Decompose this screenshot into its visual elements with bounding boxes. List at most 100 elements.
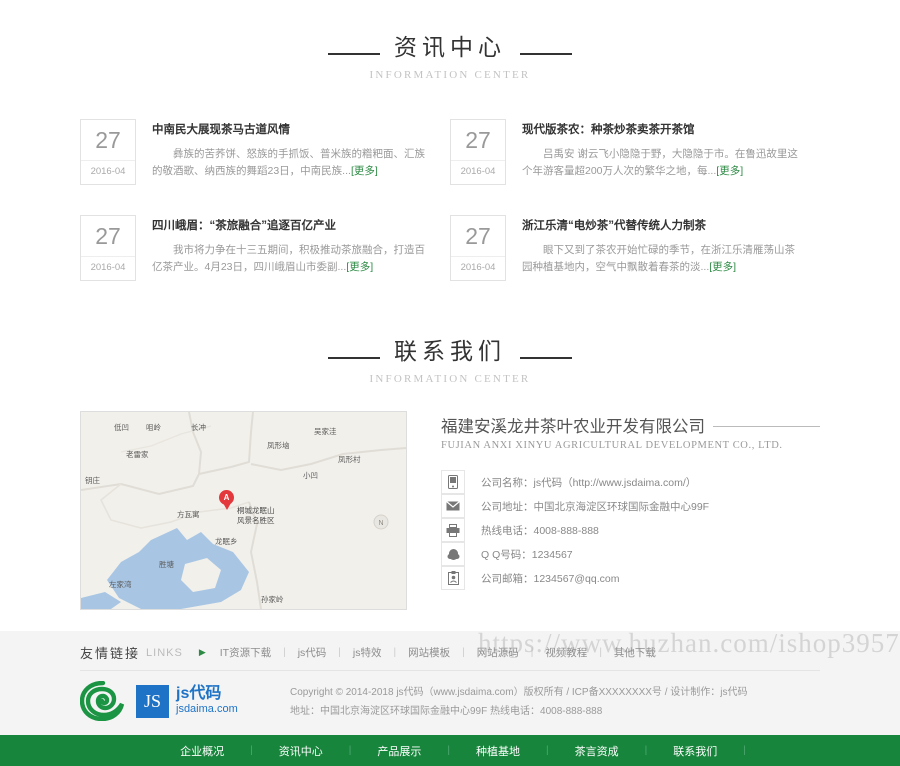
- printer-icon: [441, 518, 465, 542]
- company-name-rule: [713, 426, 820, 427]
- contact-row-text: 公司名称：js代码（http://www.jsdaima.com/）: [481, 476, 697, 489]
- news-title[interactable]: 浙江乐清“电炒茶”代替传统人力制茶: [522, 217, 802, 233]
- link-separator: |: [338, 647, 341, 658]
- footer-link[interactable]: IT资源下载: [220, 645, 271, 660]
- heading-rule-right: [520, 357, 572, 359]
- swirl-logo-icon: [80, 681, 125, 721]
- heading-rule-left: [328, 53, 380, 55]
- news-heading-cn-wrap: 资讯中心: [328, 28, 572, 62]
- location-map[interactable]: N 低凹 咀岭 长冲 吴家洼 凤形垴 老雷家 凤形村 小凹 钥庄 方瓦寓 龙眠乡…: [80, 411, 407, 610]
- map-label: 小凹: [303, 471, 318, 480]
- news-title[interactable]: 四川峨眉：“茶旅融合”追逐百亿产业: [152, 217, 432, 233]
- contact-row: 公司名称：js代码（http://www.jsdaima.com/）: [441, 470, 820, 494]
- news-desc: 吕禹安 谢云飞小隐隐于野，大隐隐于市。在鲁迅故里这个年游客量超200万人次的繁华…: [522, 146, 802, 180]
- contact-row: 公司地址：中国北京海淀区环球国际金融中心99F: [441, 494, 820, 518]
- news-text: 浙江乐清“电炒茶”代替传统人力制茶 眼下又到了茶农开始忙碌的季节，在浙江乐清雁荡…: [522, 215, 820, 281]
- bottom-nav-item-products[interactable]: 产品展示: [351, 743, 447, 759]
- copyright-block: Copyright © 2014-2018 js代码（www.jsdaima.c…: [290, 681, 748, 721]
- news-desc: 彝族的苦荞饼、怒族的手抓饭、普米族的糌粑面、汇族的敬酒歌、纳西族的舞蹈23日，中…: [152, 146, 432, 180]
- page-root: 资讯中心 INFORMATION CENTER 27 2016-04 中南民大展…: [0, 0, 900, 766]
- news-date-month: 2016-04: [451, 160, 505, 183]
- contact-row-text: 热线电话：4008-888-888: [481, 524, 599, 537]
- contact-rows: 公司名称：js代码（http://www.jsdaima.com/） 公司地址：…: [441, 470, 820, 590]
- news-title[interactable]: 现代版茶农：种茶炒茶卖茶开茶馆: [522, 121, 802, 137]
- news-text: 现代版茶农：种茶炒茶卖茶开茶馆 吕禹安 谢云飞小隐隐于野，大隐隐于市。在鲁迅故里…: [522, 119, 820, 185]
- news-item[interactable]: 27 2016-04 现代版茶农：种茶炒茶卖茶开茶馆 吕禹安 谢云飞小隐隐于野，…: [450, 105, 820, 201]
- footer-link[interactable]: 其他下载: [614, 645, 656, 660]
- company-name-cn: 福建安溪龙井茶叶农业开发有限公司: [441, 417, 705, 436]
- js-mark: JS: [136, 684, 169, 718]
- news-more-link[interactable]: [更多]: [709, 261, 736, 273]
- contact-content: N 低凹 咀岭 长冲 吴家洼 凤形垴 老雷家 凤形村 小凹 钥庄 方瓦寓 龙眠乡…: [80, 385, 820, 610]
- news-date-month: 2016-04: [81, 160, 135, 183]
- footer-link[interactable]: js代码: [298, 645, 327, 660]
- envelope-icon: [441, 494, 465, 518]
- news-date-box: 27 2016-04: [80, 215, 136, 281]
- mobile-phone-icon: [441, 470, 465, 494]
- bottom-nav-item-base[interactable]: 种植基地: [450, 743, 546, 759]
- play-arrow-icon: ▶: [198, 647, 206, 657]
- bottom-nav-item-contact[interactable]: 联系我们: [647, 743, 743, 759]
- news-title[interactable]: 中南民大展现茶马古道风情: [152, 121, 432, 137]
- logo-domain: jsdaima.com: [176, 703, 238, 715]
- heading-rule-right: [520, 53, 572, 55]
- company-info: 福建安溪龙井茶叶农业开发有限公司 FUJIAN ANXI XINYU AGRIC…: [407, 411, 820, 610]
- company-name-en: FUJIAN ANXI XINYU AGRICULTURAL DEVELOPME…: [441, 440, 783, 451]
- contact-row: Q Q号码：1234567: [441, 542, 820, 566]
- news-list: 27 2016-04 中南民大展现茶马古道风情 彝族的苦荞饼、怒族的手抓饭、普米…: [80, 81, 820, 297]
- news-date-day: 27: [95, 223, 121, 249]
- news-text: 四川峨眉：“茶旅融合”追逐百亿产业 我市将力争在十三五期间，积极推动茶旅融合，打…: [152, 215, 450, 281]
- friendly-links-label-cn: 友情链接: [80, 646, 141, 661]
- contact-heading-en: INFORMATION CENTER: [369, 373, 531, 385]
- news-desc-text: 我市将力争在十三五期间，积极推动茶旅融合，打造百亿茶产业。4月23日，四川峨眉山…: [152, 244, 425, 273]
- contact-row-text: Q Q号码：1234567: [481, 548, 573, 561]
- company-name-row: 福建安溪龙井茶叶农业开发有限公司: [441, 413, 820, 437]
- map-label: 钥庄: [85, 476, 100, 485]
- news-heading-en: INFORMATION CENTER: [369, 69, 531, 81]
- link-separator: |: [530, 647, 534, 658]
- map-label: 老雷家: [126, 450, 149, 459]
- map-marker-pin[interactable]: A: [219, 490, 234, 511]
- news-item[interactable]: 27 2016-04 浙江乐清“电炒茶”代替传统人力制茶 眼下又到了茶农开始忙碌…: [450, 201, 820, 297]
- map-label: 凤形垴: [267, 441, 290, 450]
- news-desc: 我市将力争在十三五期间，积极推动茶旅融合，打造百亿茶产业。4月23日，四川峨眉山…: [152, 242, 432, 276]
- map-label: 凤形村: [338, 455, 361, 464]
- map-label: 孙家岭: [261, 595, 284, 604]
- nav-separator: |: [743, 745, 746, 756]
- map-label: 咀岭: [146, 423, 161, 432]
- contact-section-heading: 联系我们 INFORMATION CENTER: [0, 297, 900, 385]
- news-date-box: 27 2016-04: [80, 119, 136, 185]
- footer-link[interactable]: 视频教程: [545, 645, 587, 660]
- contact-heading-cn-wrap: 联系我们: [328, 332, 572, 366]
- map-label: 长冲: [191, 423, 206, 432]
- news-desc-text: 彝族的苦荞饼、怒族的手抓饭、普米族的糌粑面、汇族的敬酒歌、纳西族的舞蹈23日，中…: [152, 148, 425, 177]
- news-more-link[interactable]: [更多]: [716, 165, 743, 177]
- news-more-link[interactable]: [更多]: [351, 165, 378, 177]
- contact-row-text: 公司邮箱：1234567@qq.com: [481, 572, 620, 585]
- news-section-heading: 资讯中心 INFORMATION CENTER: [0, 0, 900, 81]
- contact-row: 热线电话：4008-888-888: [441, 518, 820, 542]
- bottom-nav-item-tea-info[interactable]: 茶言资成: [549, 743, 645, 759]
- friendly-links-label-en: LINKS: [146, 646, 183, 659]
- news-date-month: 2016-04: [451, 256, 505, 279]
- svg-text:N: N: [378, 520, 383, 527]
- contact-row: 公司邮箱：1234567@qq.com: [441, 566, 820, 590]
- news-item[interactable]: 27 2016-04 中南民大展现茶马古道风情 彝族的苦荞饼、怒族的手抓饭、普米…: [80, 105, 450, 201]
- map-label: 低凹: [114, 423, 129, 432]
- footer-bottom: JS js代码 jsdaima.com Copyright © 2014-201…: [80, 671, 820, 721]
- site-footer: 友情链接 LINKS ▶ IT资源下载 | js代码 | js特效 | 网站模板…: [0, 631, 900, 735]
- footer-link[interactable]: 网站源码: [477, 645, 519, 660]
- news-more-link[interactable]: [更多]: [346, 261, 373, 273]
- site-logo[interactable]: JS js代码 jsdaima.com: [80, 681, 290, 721]
- bottom-nav-item-news[interactable]: 资讯中心: [253, 743, 349, 759]
- contact-row-text: 公司地址：中国北京海淀区环球国际金融中心99F: [481, 500, 710, 513]
- heading-rule-left: [328, 357, 380, 359]
- bottom-nav-item-company[interactable]: 企业概况: [154, 743, 250, 759]
- footer-link[interactable]: 网站模板: [408, 645, 450, 660]
- news-desc: 眼下又到了茶农开始忙碌的季节，在浙江乐清雁荡山茶园种植基地内，空气中飘散着春茶的…: [522, 242, 802, 276]
- copyright-line-2: 地址：中国北京海淀区环球国际金融中心99F 热线电话：4008-888-888: [290, 706, 603, 717]
- news-desc-text: 眼下又到了茶农开始忙碌的季节，在浙江乐清雁荡山茶园种植基地内，空气中飘散着春茶的…: [522, 244, 795, 273]
- footer-link[interactable]: js特效: [353, 645, 382, 660]
- map-label: 左家湾: [109, 580, 132, 589]
- news-item[interactable]: 27 2016-04 四川峨眉：“茶旅融合”追逐百亿产业 我市将力争在十三五期间…: [80, 201, 450, 297]
